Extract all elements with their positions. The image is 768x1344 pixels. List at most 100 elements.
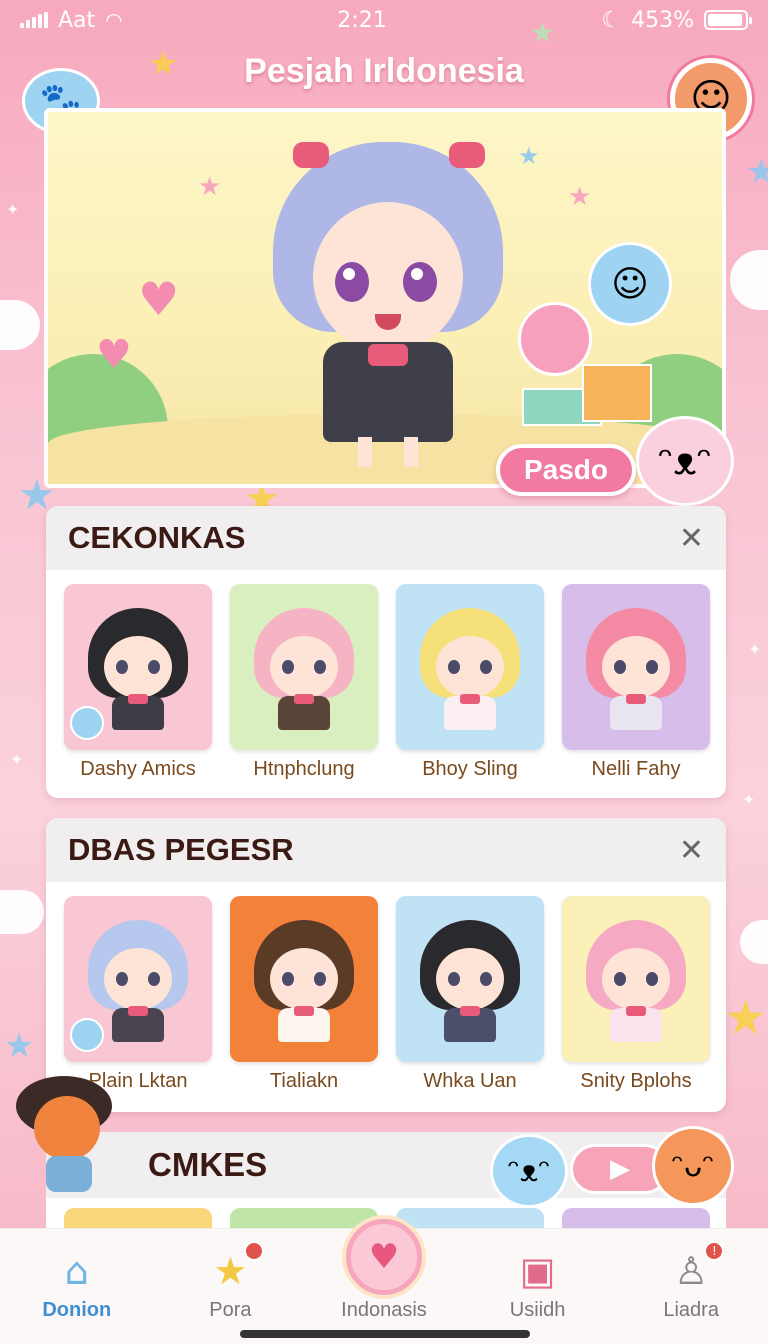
star-decoration: ★: [568, 182, 592, 212]
character-face: [104, 636, 172, 698]
badge-icon: [70, 706, 104, 740]
cloud-decoration: [730, 250, 768, 310]
card-row: Plain Lktan Tialiakn Whka Uan Snity Bplohs: [46, 882, 726, 1093]
notification-badge: [243, 1241, 264, 1261]
character-card[interactable]: Whka Uan: [396, 896, 544, 1093]
character-eye: [614, 660, 626, 674]
character-card[interactable]: Snity Bplohs: [562, 896, 710, 1093]
clock-time: 2:21: [337, 7, 387, 33]
character-face: [270, 948, 338, 1010]
character-eye: [148, 972, 160, 986]
character-name: Bhoy Sling: [422, 758, 518, 780]
heart-decoration: ♥: [96, 332, 132, 378]
star-decoration: ★: [746, 152, 768, 192]
character-face: [436, 636, 504, 698]
profile-icon: ♙: [674, 1249, 709, 1293]
balloon-icon: ☺: [588, 242, 672, 326]
character-name: Nelli Fahy: [591, 758, 681, 780]
character-thumbnail: [64, 896, 212, 1062]
cloud-decoration: [740, 920, 768, 964]
nav-item-pora[interactable]: ★ Pora: [154, 1229, 308, 1344]
character-eye: [448, 660, 460, 674]
character-name: Dashy Amics: [80, 758, 196, 780]
orange-mascot-icon: ᵔᴗᵔ: [652, 1126, 734, 1206]
character-eye: [116, 972, 128, 986]
pink-mascot-icon: ᵔᴥᵔ: [636, 416, 734, 506]
character-card[interactable]: Bhoy Sling: [396, 584, 544, 781]
character-card[interactable]: Tialiakn: [230, 896, 378, 1093]
star-decoration: ✦: [10, 750, 24, 769]
section-title: DBAS PEGESR: [68, 832, 294, 867]
character-card[interactable]: Htnphclung: [230, 584, 378, 781]
character-thumbnail: [396, 896, 544, 1062]
close-icon[interactable]: ✕: [679, 521, 704, 556]
character-face: [104, 948, 172, 1010]
nav-label: Usiidh: [509, 1299, 566, 1321]
character-eye: [116, 660, 128, 674]
bottom-navigation: ⌂ Donion ★ Pora ♥ Indonasis ▣ Usiidh ♙ !…: [0, 1219, 768, 1344]
home-indicator: [240, 1330, 530, 1338]
character-thumbnail: [230, 584, 378, 750]
bow-decoration: [626, 694, 646, 704]
floating-character: [10, 1076, 118, 1194]
character-section-2: DBAS PEGESR ✕ Plain Lktan Tialiakn Whka Ua…: [46, 818, 726, 1112]
character-eye: [480, 660, 492, 674]
character-face: [602, 948, 670, 1010]
star-decoration: ★: [724, 990, 768, 1046]
hero-banner: ♥ ♥ ★ ★ ★ ☺: [44, 108, 726, 488]
character-eye: [282, 972, 294, 986]
mini-character: [518, 302, 592, 376]
nav-label: Indonasis: [341, 1299, 427, 1321]
character-thumbnail: [562, 584, 710, 750]
status-bar: Aat ◠ 2:21 ☾ 453%: [0, 0, 768, 40]
star-decoration: ★: [198, 172, 222, 202]
bow-decoration: [626, 1006, 646, 1016]
battery-percent: 453%: [631, 7, 694, 33]
heart-icon: ♥: [345, 1219, 422, 1295]
bow-decoration: [294, 1006, 314, 1016]
character-eye: [148, 660, 160, 674]
bow-decoration: [460, 1006, 480, 1016]
hero-action-button[interactable]: Pasdo: [496, 444, 636, 496]
star-decoration: ★: [4, 1026, 35, 1066]
wifi-icon: ◠: [105, 8, 123, 32]
close-icon[interactable]: ✕: [679, 833, 704, 868]
home-icon: ⌂: [64, 1249, 89, 1293]
nav-item-liadra[interactable]: ♙ ! Liadra: [614, 1229, 768, 1344]
character-thumbnail: [562, 896, 710, 1062]
nav-item-donion[interactable]: ⌂ Donion: [0, 1229, 154, 1344]
character-card[interactable]: Dashy Amics: [64, 584, 212, 781]
nav-label: Donion: [42, 1299, 112, 1321]
character-face: [602, 636, 670, 698]
star-decoration: ✦: [748, 640, 762, 659]
section-header: DBAS PEGESR ✕: [46, 818, 726, 882]
nav-item-usiidh[interactable]: ▣ Usiidh: [461, 1229, 615, 1344]
character-face: [270, 636, 338, 698]
bow-decoration: [128, 1006, 148, 1016]
character-section-1: CEKONKAS ✕ Dashy Amics Htnphclung Bhoy Sli…: [46, 506, 726, 798]
heart-decoration: ♥: [138, 272, 180, 326]
character-name: Snity Bplohs: [580, 1070, 692, 1092]
nav-label: Pora: [209, 1299, 252, 1321]
section-header: CEKONKAS ✕: [46, 506, 726, 570]
moon-icon: ☾: [601, 7, 622, 33]
carrier-label: Aat: [58, 7, 96, 33]
notification-badge: !: [704, 1241, 725, 1261]
nav-label: Liadra: [663, 1299, 719, 1321]
blue-mascot-icon: ᵔᴥᵔ: [490, 1134, 568, 1208]
card-row: Dashy Amics Htnphclung Bhoy Sling Nelli Fah…: [46, 570, 726, 781]
nav-item-indonasis[interactable]: ♥ Indonasis: [307, 1219, 461, 1344]
badge-icon: [70, 1018, 104, 1052]
character-eye: [646, 972, 658, 986]
character-eye: [480, 972, 492, 986]
character-thumbnail: [230, 896, 378, 1062]
character-card[interactable]: Nelli Fahy: [562, 584, 710, 781]
character-eye: [314, 660, 326, 674]
cloud-decoration: [0, 890, 44, 934]
play-icon: ▶: [610, 1154, 630, 1184]
bow-decoration: [294, 694, 314, 704]
bow-decoration: [460, 694, 480, 704]
character-card[interactable]: Plain Lktan: [64, 896, 212, 1093]
star-decoration: ✦: [6, 200, 20, 219]
gift-box-decoration: [582, 364, 652, 422]
